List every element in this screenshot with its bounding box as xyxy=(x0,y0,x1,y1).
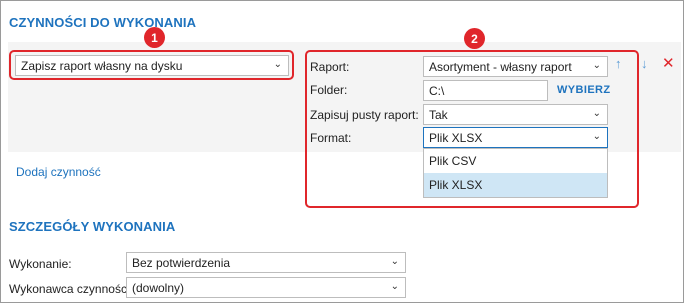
executor-select[interactable]: (dowolny) ⌄ xyxy=(126,277,406,298)
format-option-xlsx[interactable]: Plik XLSX xyxy=(424,173,607,197)
chevron-down-icon: ⌄ xyxy=(592,131,601,142)
chevron-down-icon: ⌄ xyxy=(592,60,601,71)
format-value: Plik XLSX xyxy=(429,130,483,145)
execution-label: Wykonanie: xyxy=(9,257,72,271)
format-dropdown: Plik CSV Plik XLSX xyxy=(423,148,608,198)
chevron-down-icon: ⌄ xyxy=(390,281,399,292)
folder-value: C:\ xyxy=(429,83,445,98)
execution-select[interactable]: Bez potwierdzenia ⌄ xyxy=(126,252,406,273)
report-label: Raport: xyxy=(310,60,350,74)
executor-value: (dowolny) xyxy=(132,280,185,295)
details-section-heading: SZCZEGÓŁY WYKONANIA xyxy=(9,219,176,234)
empty-report-select[interactable]: Tak ⌄ xyxy=(423,104,608,125)
add-action-link[interactable]: Dodaj czynność xyxy=(16,165,101,179)
folder-label: Folder: xyxy=(310,83,348,97)
choose-folder-button[interactable]: WYBIERZ xyxy=(557,84,611,96)
executor-label: Wykonawca czynności: xyxy=(9,282,133,296)
chevron-down-icon: ⌄ xyxy=(390,256,399,267)
execution-value: Bez potwierdzenia xyxy=(132,255,231,270)
delete-icon[interactable]: ✕ xyxy=(662,54,675,72)
badge-1: 1 xyxy=(144,27,165,48)
empty-report-label: Zapisuj pusty raport: xyxy=(310,108,419,122)
badge-2: 2 xyxy=(464,28,485,49)
report-select[interactable]: Asortyment - własny raport ⌄ xyxy=(423,56,608,77)
folder-input[interactable]: C:\ xyxy=(423,80,548,101)
actions-section-heading: CZYNNOŚCI DO WYKONANIA xyxy=(9,15,197,30)
empty-report-value: Tak xyxy=(429,107,448,122)
format-option-csv[interactable]: Plik CSV xyxy=(424,149,607,173)
move-down-icon[interactable]: ↓ xyxy=(641,56,648,71)
move-up-icon[interactable]: ↑ xyxy=(615,56,622,71)
format-select[interactable]: Plik XLSX ⌄ xyxy=(423,127,608,148)
chevron-down-icon: ⌄ xyxy=(592,108,601,119)
report-value: Asortyment - własny raport xyxy=(429,59,572,74)
highlight-box-1 xyxy=(9,50,294,80)
format-label: Format: xyxy=(310,131,352,145)
